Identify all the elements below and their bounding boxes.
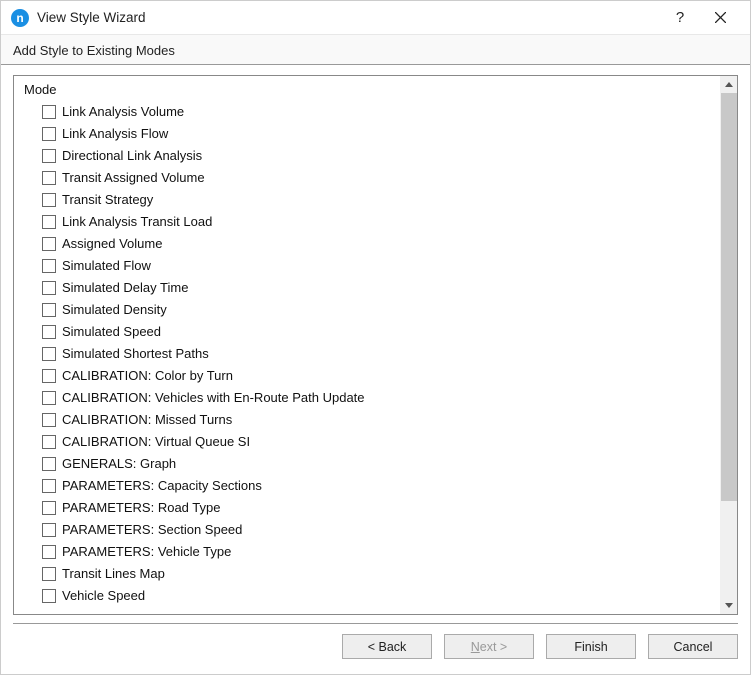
checkbox[interactable] — [42, 501, 56, 515]
list-item[interactable]: Transit Assigned Volume — [42, 167, 720, 189]
list-item-label: Link Analysis Flow — [62, 123, 168, 145]
mode-list-frame: Mode Link Analysis VolumeLink Analysis F… — [13, 75, 738, 615]
list-item[interactable]: PARAMETERS: Capacity Sections — [42, 475, 720, 497]
list-item[interactable]: PARAMETERS: Section Speed — [42, 519, 720, 541]
window-title: View Style Wizard — [37, 10, 660, 25]
list-item[interactable]: GENERALS: Graph — [42, 453, 720, 475]
checkbox[interactable] — [42, 105, 56, 119]
finish-button[interactable]: Finish — [546, 634, 636, 659]
list-item-label: Assigned Volume — [62, 233, 162, 255]
list-item-label: Simulated Flow — [62, 255, 151, 277]
scroll-thumb[interactable] — [721, 93, 737, 501]
list-item-label: Vehicle Speed — [62, 585, 145, 607]
list-item[interactable]: Transit Lines Map — [42, 563, 720, 585]
checkbox[interactable] — [42, 413, 56, 427]
list-item-label: GENERALS: Graph — [62, 453, 176, 475]
list-item[interactable]: Link Analysis Flow — [42, 123, 720, 145]
scroll-up-icon[interactable] — [721, 76, 737, 93]
list-item-label: PARAMETERS: Capacity Sections — [62, 475, 262, 497]
checkbox[interactable] — [42, 325, 56, 339]
titlebar: n View Style Wizard ? — [1, 1, 750, 35]
list-item-label: Transit Strategy — [62, 189, 153, 211]
list-item[interactable]: Vehicle Speed — [42, 585, 720, 607]
list-item-label: Transit Lines Map — [62, 563, 165, 585]
checkbox[interactable] — [42, 215, 56, 229]
list-item-label: PARAMETERS: Section Speed — [62, 519, 242, 541]
checkbox[interactable] — [42, 237, 56, 251]
vertical-scrollbar[interactable] — [720, 76, 737, 614]
list-item[interactable]: Link Analysis Transit Load — [42, 211, 720, 233]
list-item-label: CALIBRATION: Virtual Queue SI — [62, 431, 250, 453]
list-item[interactable]: Assigned Volume — [42, 233, 720, 255]
list-item[interactable]: CALIBRATION: Virtual Queue SI — [42, 431, 720, 453]
checkbox[interactable] — [42, 457, 56, 471]
list-item-label: Simulated Speed — [62, 321, 161, 343]
checkbox[interactable] — [42, 523, 56, 537]
list-item-label: Link Analysis Transit Load — [62, 211, 212, 233]
list-item[interactable]: CALIBRATION: Color by Turn — [42, 365, 720, 387]
checkbox[interactable] — [42, 479, 56, 493]
checkbox[interactable] — [42, 435, 56, 449]
list-item[interactable]: Simulated Delay Time — [42, 277, 720, 299]
list-item-label: Transit Assigned Volume — [62, 167, 205, 189]
list-item-label: CALIBRATION: Vehicles with En-Route Path… — [62, 387, 365, 409]
page-subtitle: Add Style to Existing Modes — [1, 35, 750, 65]
list-item[interactable]: Simulated Speed — [42, 321, 720, 343]
checkbox[interactable] — [42, 567, 56, 581]
list-item[interactable]: PARAMETERS: Road Type — [42, 497, 720, 519]
back-button[interactable]: < Back — [342, 634, 432, 659]
checkbox[interactable] — [42, 369, 56, 383]
list-item[interactable]: Transit Strategy — [42, 189, 720, 211]
scroll-down-icon[interactable] — [721, 597, 737, 614]
next-button: Next > — [444, 634, 534, 659]
checkbox[interactable] — [42, 391, 56, 405]
list-item-label: Simulated Delay Time — [62, 277, 188, 299]
checkbox[interactable] — [42, 171, 56, 185]
list-item[interactable]: Link Analysis Volume — [42, 101, 720, 123]
list-item[interactable]: PARAMETERS: Vehicle Type — [42, 541, 720, 563]
checkbox[interactable] — [42, 545, 56, 559]
list-item-label: PARAMETERS: Vehicle Type — [62, 541, 231, 563]
app-icon: n — [11, 9, 29, 27]
cancel-button[interactable]: Cancel — [648, 634, 738, 659]
footer-buttons: < Back Next > Finish Cancel — [1, 624, 750, 671]
checkbox[interactable] — [42, 589, 56, 603]
checkbox[interactable] — [42, 259, 56, 273]
list-item[interactable]: CALIBRATION: Missed Turns — [42, 409, 720, 431]
close-icon — [715, 12, 726, 23]
checkbox[interactable] — [42, 149, 56, 163]
column-header-mode[interactable]: Mode — [18, 80, 720, 101]
checkbox[interactable] — [42, 303, 56, 317]
list-item-label: Link Analysis Volume — [62, 101, 184, 123]
content-area: Mode Link Analysis VolumeLink Analysis F… — [1, 65, 750, 623]
checkbox[interactable] — [42, 127, 56, 141]
list-item-label: CALIBRATION: Missed Turns — [62, 409, 232, 431]
close-button[interactable] — [700, 3, 740, 33]
list-item-label: Simulated Density — [62, 299, 167, 321]
list-item[interactable]: Simulated Density — [42, 299, 720, 321]
list-item[interactable]: Simulated Flow — [42, 255, 720, 277]
checkbox[interactable] — [42, 193, 56, 207]
help-button[interactable]: ? — [660, 3, 700, 33]
list-item[interactable]: CALIBRATION: Vehicles with En-Route Path… — [42, 387, 720, 409]
list-item[interactable]: Simulated Shortest Paths — [42, 343, 720, 365]
list-item-label: Directional Link Analysis — [62, 145, 202, 167]
checkbox[interactable] — [42, 347, 56, 361]
list-item-label: PARAMETERS: Road Type — [62, 497, 220, 519]
list-item[interactable]: Directional Link Analysis — [42, 145, 720, 167]
list-item-label: CALIBRATION: Color by Turn — [62, 365, 233, 387]
checkbox[interactable] — [42, 281, 56, 295]
mode-list: Mode Link Analysis VolumeLink Analysis F… — [14, 76, 720, 614]
list-item-label: Simulated Shortest Paths — [62, 343, 209, 365]
